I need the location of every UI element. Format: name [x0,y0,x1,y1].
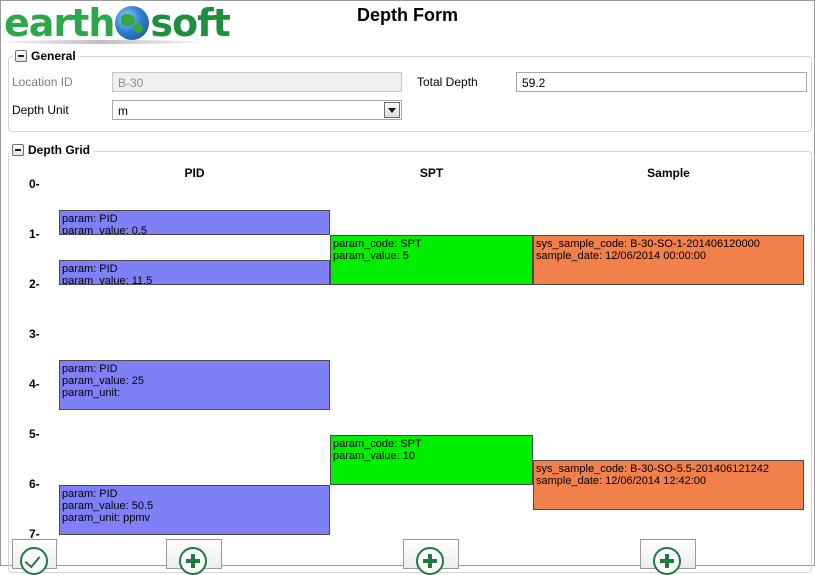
plus-circle-icon [416,547,444,575]
record-line: sys_sample_code: B-30-SO-1-201406120000 [536,238,760,250]
record-line: param: PID [62,213,118,225]
depth-tick: 4- [29,377,40,391]
pid-record[interactable]: param: PID param_value: 50.5 param_unit:… [59,485,330,535]
record-line: param_value: 25 [62,375,144,387]
collapse-general-button[interactable] [15,50,27,62]
collapse-depth-grid-button[interactable] [12,144,24,156]
depth-unit-select[interactable]: m [112,100,402,120]
plus-circle-icon [653,547,681,575]
add-pid-button[interactable] [166,539,222,575]
record-line: param_value: 11.5 [62,275,153,285]
depth-grid-legend: Depth Grid [10,143,93,157]
record-line: param_value: 0.5 [62,225,147,235]
record-line: param_value: 10 [333,450,415,462]
sample-record[interactable]: sys_sample_code: B-30-SO-1-201406120000 … [533,235,804,285]
column-header-pid: PID [184,166,205,180]
spt-record[interactable]: param_code: SPT param_value: 10 [330,435,533,485]
record-line: param_code: SPT [333,238,422,250]
record-line: sample_date: 12/06/2014 12:42:00 [536,475,707,487]
total-depth-label: Total Depth [417,75,478,89]
depth-unit-value: m [118,104,128,118]
general-legend-label: General [31,49,76,63]
general-group [8,56,812,132]
pid-record[interactable]: param: PID param_value: 11.5 [59,260,330,285]
chevron-down-icon[interactable] [384,102,400,118]
depth-tick: 3- [29,327,40,341]
sample-record[interactable]: sys_sample_code: B-30-SO-5.5-20140612124… [533,460,804,510]
add-spt-button[interactable] [403,539,459,575]
location-id-field[interactable]: B-30 [112,72,402,92]
location-id-label: Location ID [12,75,73,89]
general-legend: General [13,49,79,63]
record-line: param_unit: ppmv [62,512,151,524]
logo-swoosh [4,40,199,44]
pid-record[interactable]: param: PID param_value: 25 param_unit: [59,360,330,410]
record-line: param_value: 5 [333,250,409,262]
record-line: param: PID [62,488,118,500]
column-header-sample: Sample [647,166,690,180]
depth-unit-label: Depth Unit [12,103,69,117]
record-line: param_value: 50.5 [62,500,154,512]
depth-tick: 0- [29,177,40,191]
record-line: param_code: SPT [333,438,422,450]
spt-record[interactable]: param_code: SPT param_value: 5 [330,235,533,285]
depth-tick: 2- [29,277,40,291]
record-line: sys_sample_code: B-30-SO-5.5-20140612124… [536,463,769,475]
page-title: Depth Form [357,5,458,25]
depth-grid-legend-label: Depth Grid [28,143,90,157]
plus-circle-icon [179,547,207,575]
add-sample-button[interactable] [640,539,696,575]
record-line: param_unit: [62,387,121,399]
record-line: sample_date: 12/06/2014 00:00:00 [536,250,707,262]
depth-tick: 6- [29,477,40,491]
pid-record[interactable]: param: PID param_value: 0.5 [59,210,330,235]
column-header-spt: SPT [419,166,444,180]
confirm-button[interactable] [12,539,57,575]
depth-tick: 5- [29,427,40,441]
depth-tick: 1- [29,227,40,241]
record-line: param: PID [62,263,118,275]
check-circle-icon [19,547,48,575]
total-depth-field[interactable]: 59.2 [516,72,807,92]
record-line: param: PID [62,363,118,375]
